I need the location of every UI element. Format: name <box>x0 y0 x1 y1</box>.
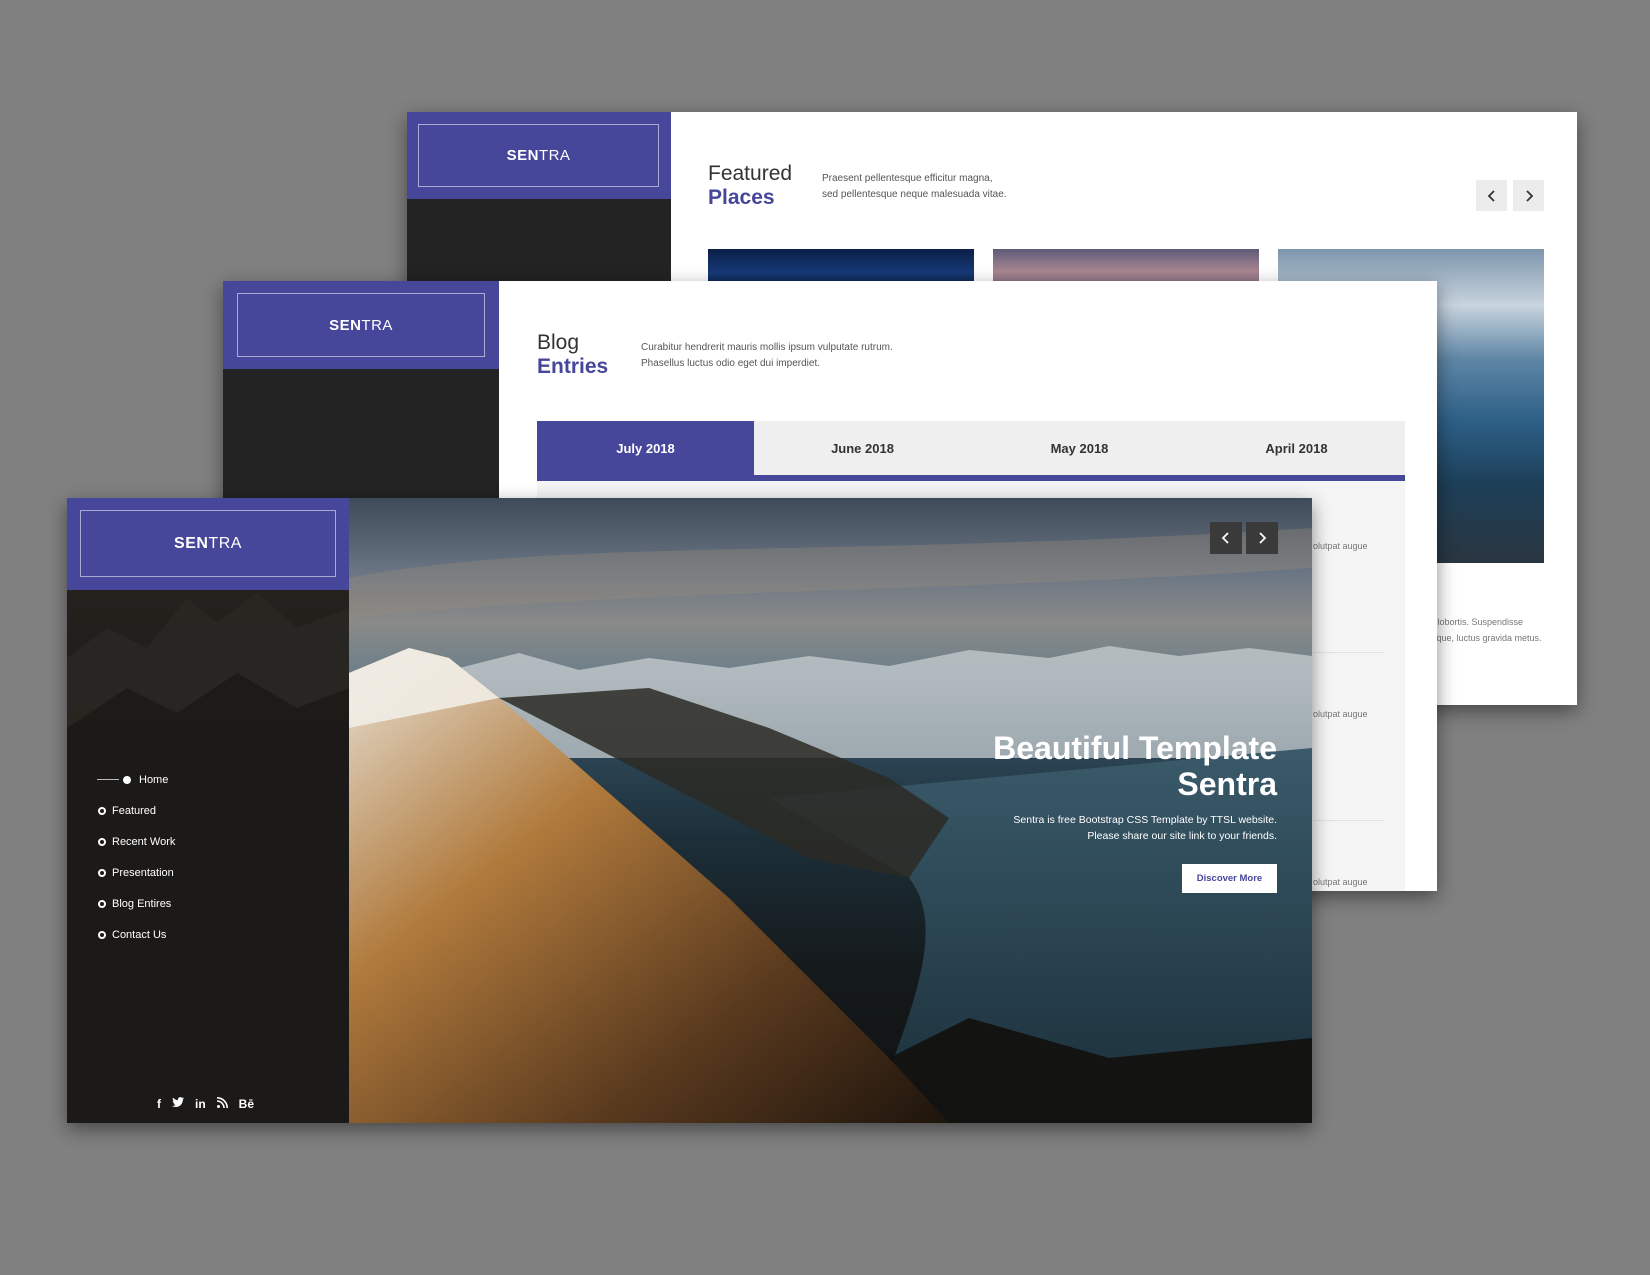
nav-item-home[interactable]: Home <box>97 764 175 795</box>
logo-bold: SEN <box>174 534 209 552</box>
blog-excerpt-fragment: olutpat augue <box>1313 709 1368 719</box>
rss-glyph <box>216 1097 228 1109</box>
hero-landscape-image <box>349 528 1312 1123</box>
blog-excerpt-fragment: olutpat augue <box>1313 877 1368 887</box>
desc-line1: Curabitur hendrerit mauris mollis ipsum … <box>641 342 893 353</box>
logo[interactable]: SEN TRA <box>418 124 659 187</box>
next-button[interactable] <box>1513 180 1544 211</box>
nav-item-recent-work[interactable]: Recent Work <box>97 826 175 857</box>
hero-subtitle-line1: Sentra is free Bootstrap CSS Template by… <box>1013 814 1277 826</box>
hero-subtitle-line2: Please share our site link to your frien… <box>1087 830 1277 842</box>
social-links: f in Bē <box>157 1097 254 1111</box>
twitter-icon[interactable] <box>172 1097 184 1111</box>
nav-dot-icon <box>98 806 106 815</box>
chevron-left-icon <box>1221 532 1229 544</box>
month-tabs: July 2018 June 2018 May 2018 April 2018 <box>537 421 1405 481</box>
nav-dot-icon <box>123 775 131 784</box>
chevron-right-icon <box>1259 532 1267 544</box>
desc-line2: sed pellentesque neque malesuada vitae. <box>822 189 1007 200</box>
logo-bold: SEN <box>329 316 362 334</box>
desc-line1: Praesent pellentesque efficitur magna, <box>822 173 993 184</box>
logo-block: SEN TRA <box>407 112 671 199</box>
nav-label: Recent Work <box>112 835 176 848</box>
home-screen: SEN TRA Home Featured Recent Work Present… <box>67 498 1312 1123</box>
section-description: Curabitur hendrerit mauris mollis ipsum … <box>641 340 893 372</box>
chevron-left-icon <box>1487 189 1495 202</box>
section-title-line1: Featured <box>708 162 793 185</box>
logo-block: SEN TRA <box>223 281 499 369</box>
section-description: Praesent pellentesque efficitur magna, s… <box>822 171 1007 203</box>
rss-icon[interactable] <box>216 1097 228 1111</box>
tab-april-2018[interactable]: April 2018 <box>1188 421 1405 475</box>
tab-july-2018[interactable]: July 2018 <box>537 421 754 475</box>
tab-may-2018[interactable]: May 2018 <box>971 421 1188 475</box>
prev-button[interactable] <box>1476 180 1507 211</box>
divider <box>1313 652 1385 653</box>
tab-june-2018[interactable]: June 2018 <box>754 421 971 475</box>
logo-block: SEN TRA <box>67 498 349 590</box>
nav-dot-icon <box>98 837 106 846</box>
section-title: Featured Places <box>708 162 792 210</box>
hero-title-line2: Sentra <box>1177 766 1277 802</box>
logo-light: TRA <box>538 147 571 164</box>
logo[interactable]: SEN TRA <box>237 293 485 357</box>
section-title: Blog Entries <box>537 331 608 379</box>
twitter-bird-glyph <box>172 1097 184 1107</box>
facebook-icon[interactable]: f <box>157 1097 161 1111</box>
nav-label: Featured <box>112 804 157 817</box>
main-nav: Home Featured Recent Work Presentation B… <box>97 764 175 950</box>
divider <box>1313 820 1385 821</box>
desc-line2: Phasellus luctus odio eget dui imperdiet… <box>641 358 820 369</box>
nav-label: Blog Entires <box>112 897 172 910</box>
blog-excerpt-fragment: olutpat augue <box>1313 541 1368 551</box>
hero-prev-button[interactable] <box>1210 522 1242 554</box>
nav-label: Contact Us <box>112 928 167 941</box>
hero-next-button[interactable] <box>1246 522 1278 554</box>
nav-item-blog-entries[interactable]: Blog Entires <box>97 888 175 919</box>
hero-title: Beautiful Template Sentra <box>857 730 1277 802</box>
caption-fragment: tique, luctus gravida metus. <box>1432 633 1542 643</box>
linkedin-icon[interactable]: in <box>195 1097 206 1111</box>
hero-title-line1: Beautiful Template <box>993 730 1277 766</box>
logo-bold: SEN <box>506 147 539 164</box>
logo-light: TRA <box>208 534 242 552</box>
caption-fragment: r lobortis. Suspendisse <box>1432 617 1524 627</box>
nav-item-featured[interactable]: Featured <box>97 795 175 826</box>
nav-item-presentation[interactable]: Presentation <box>97 857 175 888</box>
chevron-right-icon <box>1525 189 1533 202</box>
nav-label: Presentation <box>112 866 174 879</box>
section-title-line1: Blog <box>537 331 580 354</box>
hero-subtitle: Sentra is free Bootstrap CSS Template by… <box>877 812 1277 844</box>
behance-icon[interactable]: Bē <box>239 1097 254 1111</box>
nav-dot-icon <box>98 868 106 877</box>
active-indicator-line <box>97 779 119 780</box>
logo[interactable]: SEN TRA <box>80 510 336 577</box>
logo-light: TRA <box>361 316 393 334</box>
nav-dot-icon <box>98 930 106 939</box>
nav-label: Home <box>139 773 169 786</box>
nav-dot-icon <box>98 899 106 908</box>
hero-banner: Beautiful Template Sentra Sentra is free… <box>349 498 1312 1123</box>
section-title-line2: Places <box>708 186 775 210</box>
section-title-line2: Entries <box>537 355 609 379</box>
discover-more-button[interactable]: Discover More <box>1182 864 1277 893</box>
nav-item-contact-us[interactable]: Contact Us <box>97 919 175 950</box>
